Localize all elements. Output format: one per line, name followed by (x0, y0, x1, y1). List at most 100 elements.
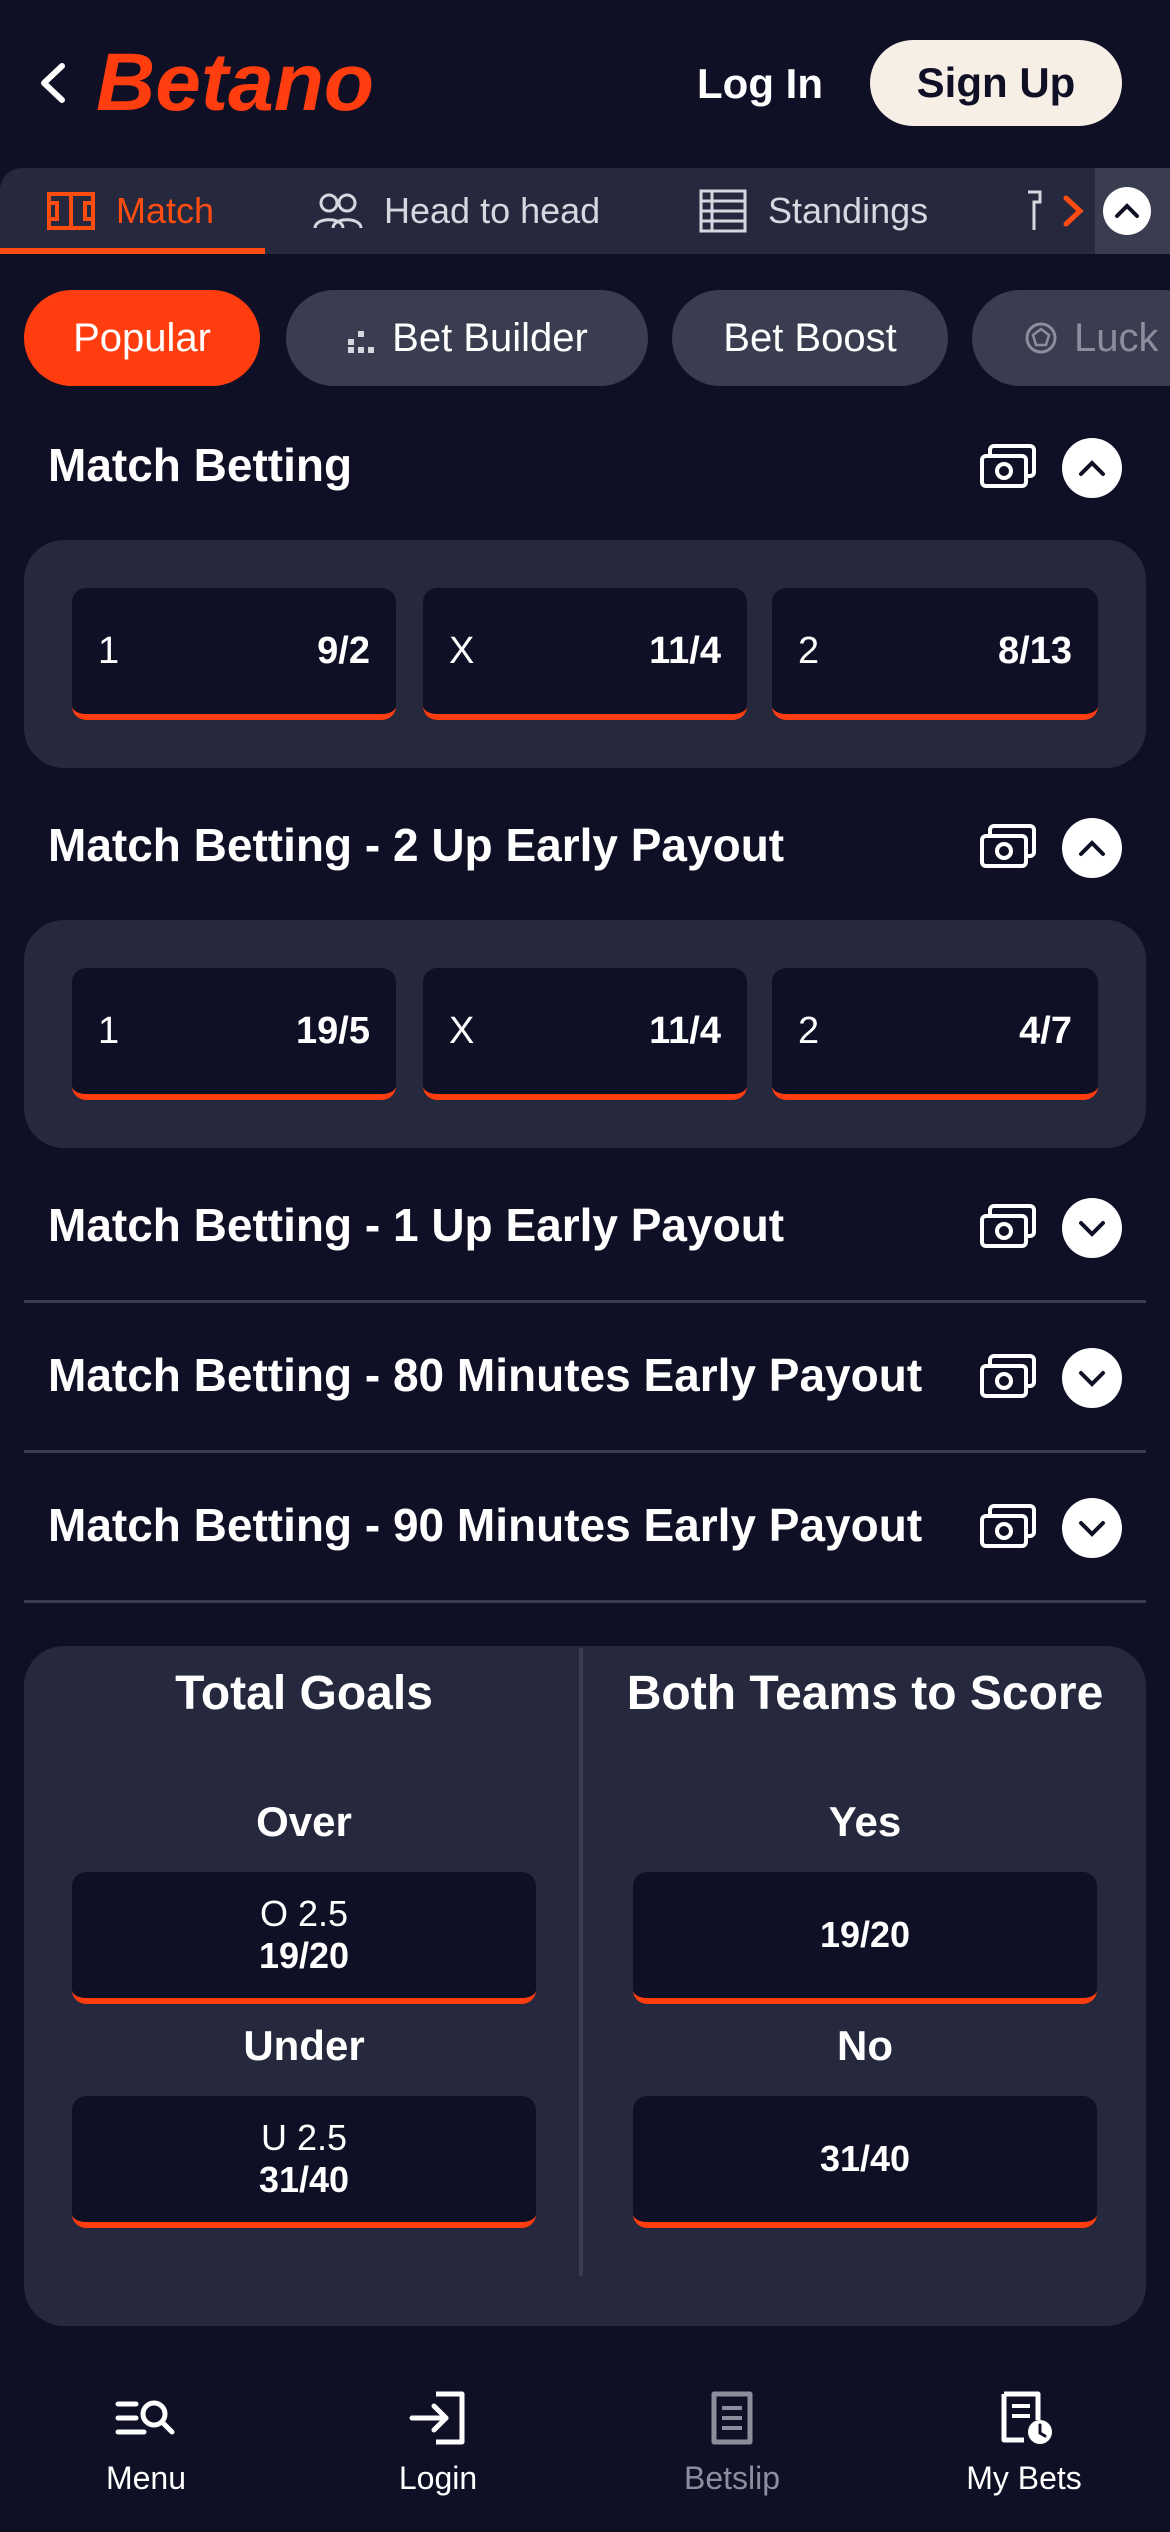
divider (24, 1600, 1146, 1603)
divider (24, 1450, 1146, 1453)
nav-label: Menu (105, 2460, 187, 2496)
cash-out-icon (980, 1504, 1036, 1548)
odds-price: 11/4 (649, 629, 721, 672)
header: Betano Log In Sign Up (0, 0, 1170, 168)
tabs-fade (1040, 168, 1100, 254)
market-title: Match Betting - 2 Up Early Payout (48, 819, 785, 871)
betslip-icon (711, 2391, 753, 2445)
bars-icon (348, 331, 375, 353)
chip-label: Bet Builder (392, 315, 588, 360)
chevron-right-icon[interactable] (1054, 168, 1094, 254)
cash-out-icon (980, 824, 1036, 868)
chip-luck[interactable]: Luck (972, 290, 1170, 386)
btts-yes-button[interactable]: 19/20 (633, 1872, 1097, 2004)
yes-price: 19/20 (819, 1914, 911, 1955)
expand-market-button[interactable] (1062, 1348, 1122, 1408)
odds-label: 1 (98, 1009, 120, 1052)
odds-button-away[interactable]: 2 4/7 (772, 968, 1098, 1100)
no-label: No (837, 2022, 893, 2069)
tab-head-to-head[interactable]: Head to head (312, 168, 600, 254)
svg-text:Betano: Betano (96, 37, 374, 126)
nav-my-bets[interactable]: My Bets (924, 2390, 1124, 2510)
expand-market-button[interactable] (1062, 1198, 1122, 1258)
cash-out-icon (980, 444, 1036, 488)
under-price: 31/40 (258, 2159, 350, 2200)
over-price: 19/20 (258, 1935, 350, 1976)
table-icon (699, 189, 747, 233)
odds-label: X (449, 1009, 475, 1052)
market-odds-card: 1 9/2 X 11/4 2 8/13 (24, 540, 1146, 768)
btts-title: Both Teams to Score (626, 1667, 1104, 1720)
sign-up-button[interactable]: Sign Up (870, 40, 1122, 126)
back-button[interactable] (32, 58, 76, 108)
market-filter-chips: Popular Bet Builder Bet Boost Luck (0, 290, 1170, 388)
btts-no-button[interactable]: 31/40 (633, 2096, 1097, 2228)
tab-match[interactable]: Match (46, 168, 214, 254)
chevron-up-icon (1079, 840, 1105, 856)
chip-label: Luck (1074, 315, 1159, 360)
chip-label: Popular (73, 315, 211, 360)
odds-price: 11/4 (649, 1009, 721, 1052)
pitch-icon (47, 192, 95, 230)
odds-button-home[interactable]: 1 19/5 (72, 968, 396, 1100)
chevron-down-icon (1079, 1371, 1105, 1387)
market-title[interactable]: Match Betting - 80 Minutes Early Payout (48, 1348, 922, 1402)
nav-betslip[interactable]: Betslip (632, 2390, 832, 2510)
menu-search-icon (115, 2400, 175, 2435)
chip-bet-boost[interactable]: Bet Boost (672, 290, 948, 386)
odds-button-draw[interactable]: X 11/4 (423, 588, 747, 720)
ball-icon (1025, 322, 1057, 354)
odds-price: 4/7 (1019, 1009, 1072, 1052)
over-odds-button[interactable]: O 2.5 19/20 (72, 1872, 536, 2004)
market-title: Match Betting (48, 439, 353, 491)
odds-price: 9/2 (317, 629, 370, 672)
under-line: U 2.5 (260, 2117, 348, 2158)
chevron-up-icon (1115, 203, 1139, 218)
tabs-collapse-area (1095, 168, 1170, 254)
nav-label: My Bets (966, 2460, 1082, 2496)
collapse-header-button[interactable] (1103, 187, 1151, 235)
odds-label: 2 (798, 629, 820, 672)
chevron-left-icon (41, 63, 65, 103)
tab-label: Match (116, 190, 215, 231)
nav-label: Betslip (683, 2460, 781, 2496)
yes-label: Yes (828, 1798, 902, 1845)
nav-menu[interactable]: Menu (46, 2390, 246, 2510)
users-icon (313, 193, 363, 229)
chevron-down-icon (1079, 1221, 1105, 1237)
nav-login[interactable]: Login (338, 2390, 538, 2510)
tab-label: Head to head (384, 190, 601, 231)
active-tab-indicator (0, 248, 265, 254)
odds-price: 19/5 (296, 1009, 370, 1052)
odds-label: 1 (98, 629, 120, 672)
chip-popular[interactable]: Popular (24, 290, 260, 386)
chip-bet-builder[interactable]: Bet Builder (286, 290, 648, 386)
bottom-navigation: Menu Login Betslip My Bets (0, 2360, 1170, 2532)
odds-label: 2 (798, 1009, 820, 1052)
collapse-market-button[interactable] (1062, 818, 1122, 878)
divider (24, 1300, 1146, 1303)
collapse-market-button[interactable] (1062, 438, 1122, 498)
chevron-down-icon (1079, 1521, 1105, 1537)
my-bets-icon (1001, 2391, 1052, 2444)
odds-button-draw[interactable]: X 11/4 (423, 968, 747, 1100)
cash-out-icon (980, 1354, 1036, 1398)
column-divider (579, 1648, 583, 2276)
expand-market-button[interactable] (1062, 1498, 1122, 1558)
total-goals-title: Total Goals (175, 1667, 433, 1720)
odds-button-away[interactable]: 2 8/13 (772, 588, 1098, 720)
chevron-up-icon (1079, 460, 1105, 476)
tab-label: Standings (768, 190, 929, 231)
tab-standings[interactable]: Standings (698, 168, 928, 254)
under-label: Under (243, 2022, 365, 2069)
odds-button-home[interactable]: 1 9/2 (72, 588, 396, 720)
betano-logo[interactable]: Betano (92, 34, 392, 128)
odds-price: 8/13 (998, 629, 1072, 672)
market-title[interactable]: Match Betting - 90 Minutes Early Payout (48, 1498, 922, 1552)
market-title[interactable]: Match Betting - 1 Up Early Payout (48, 1198, 784, 1252)
nav-label: Login (398, 2460, 478, 2496)
odds-label: X (449, 629, 475, 672)
login-link[interactable]: Log In (690, 56, 830, 112)
under-odds-button[interactable]: U 2.5 31/40 (72, 2096, 536, 2228)
market-odds-card: 1 19/5 X 11/4 2 4/7 (24, 920, 1146, 1148)
